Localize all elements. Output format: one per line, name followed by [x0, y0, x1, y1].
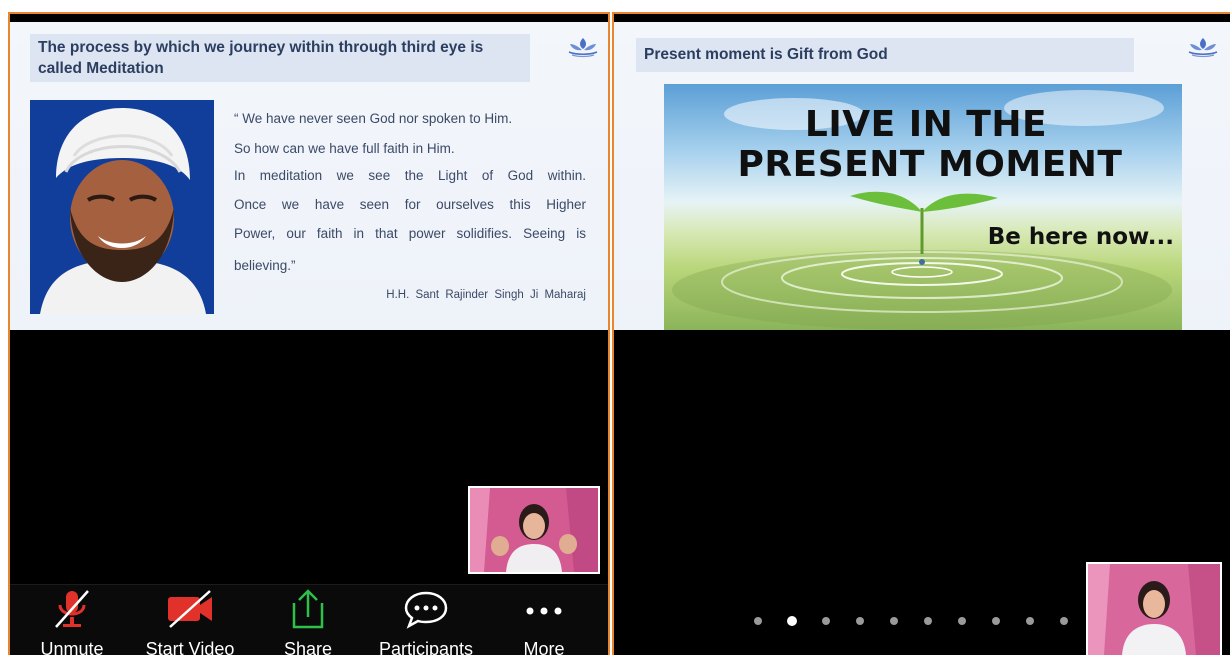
quote-line: Once we have seen for ourselves this Hig…: [234, 197, 586, 212]
top-strip: [614, 14, 1230, 22]
more-label: More: [523, 639, 565, 655]
start-video-button[interactable]: Start Video: [130, 585, 250, 655]
more-button[interactable]: More: [484, 585, 604, 655]
shared-slide-meditation: The process by which we journey within t…: [10, 22, 608, 330]
quote-line: “ We have never seen God nor spoken to H…: [234, 111, 513, 126]
start-video-label: Start Video: [145, 639, 235, 655]
lotus-logo-icon: [1188, 38, 1218, 58]
poster-subtitle: Be here now...: [987, 224, 1174, 250]
participants-button[interactable]: Participants: [366, 585, 486, 655]
page-dot[interactable]: [958, 617, 966, 625]
page-dot[interactable]: [1060, 617, 1068, 625]
self-video-thumbnail[interactable]: [468, 486, 600, 574]
page-dot-active[interactable]: [787, 616, 797, 626]
unmute-button[interactable]: Unmute: [12, 585, 132, 655]
left-meeting-screen: The process by which we journey within t…: [8, 12, 610, 655]
share-upload-icon: [292, 589, 324, 629]
participants-chat-bubble-icon: [404, 591, 448, 629]
page-dot[interactable]: [856, 617, 864, 625]
lotus-logo-icon: [568, 38, 598, 58]
page-dot[interactable]: [992, 617, 1000, 625]
quote-line: In meditation we see the Light of God wi…: [234, 168, 586, 183]
page-dot[interactable]: [890, 617, 898, 625]
page-dot[interactable]: [754, 617, 762, 625]
slide-heading: Present moment is Gift from God: [636, 38, 1134, 72]
more-dots-icon: [526, 607, 562, 615]
poster-title-line1: LIVE IN THE: [804, 104, 1048, 145]
quote-line: So how can we have full faith in Him.: [234, 141, 455, 156]
meeting-toolbar: Unmute Start Video Share Participants Mo…: [10, 584, 608, 655]
video-camera-off-icon: [168, 590, 212, 628]
page-dot[interactable]: [822, 617, 830, 625]
quote-block: “ We have never seen God nor spoken to H…: [234, 108, 586, 301]
participants-label: Participants: [378, 639, 474, 655]
quote-author: H.H. Sant Rajinder Singh Ji Maharaj: [386, 289, 586, 301]
top-strip: [10, 14, 608, 22]
quote-line: believing.”: [234, 258, 296, 273]
page-dot[interactable]: [1026, 617, 1034, 625]
quote-line: Power, our faith in that power solidifie…: [234, 226, 586, 241]
right-meeting-screen: Present moment is Gift from God LIVE IN …: [612, 12, 1230, 655]
unmute-label: Unmute: [40, 639, 104, 655]
share-button[interactable]: Share: [248, 585, 368, 655]
slide-heading: The process by which we journey within t…: [30, 34, 530, 82]
live-present-moment-poster: LIVE IN THE PRESENT MOMENT Be here now..…: [664, 84, 1182, 330]
portrait-image: [30, 100, 214, 314]
shared-slide-present-moment: Present moment is Gift from God LIVE IN …: [614, 22, 1230, 330]
page-dot[interactable]: [924, 617, 932, 625]
share-label: Share: [283, 639, 333, 655]
poster-title-line2: PRESENT MOMENT: [737, 144, 1123, 185]
microphone-muted-icon: [55, 590, 89, 628]
self-video-thumbnail[interactable]: [1086, 562, 1222, 655]
